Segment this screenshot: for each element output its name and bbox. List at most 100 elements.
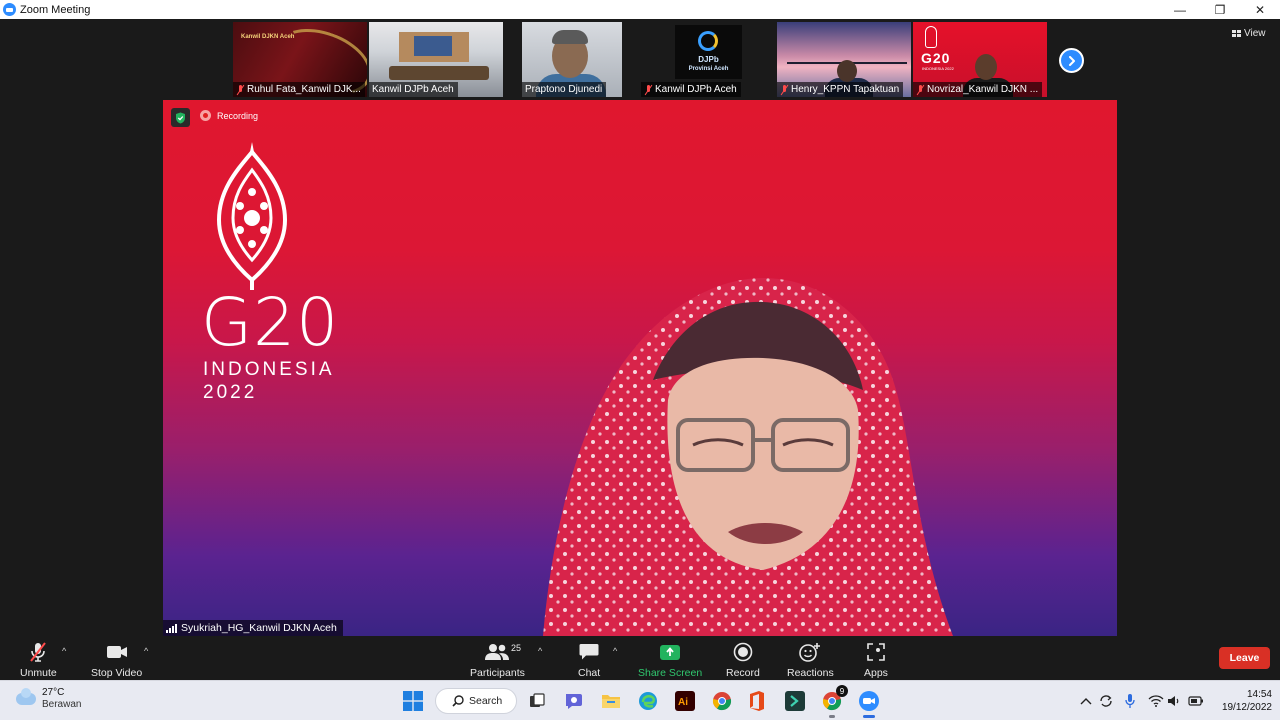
participants-icon xyxy=(485,640,510,664)
participant-name-tag: Novrizal_Kanwil DJKN ... xyxy=(913,82,1043,97)
participant-name: Novrizal_Kanwil DJKN ... xyxy=(927,84,1039,95)
signal-strength-icon xyxy=(166,623,177,633)
view-button[interactable]: View xyxy=(1228,25,1272,42)
wifi-icon[interactable] xyxy=(1148,693,1164,709)
meeting-controls-toolbar: Unmute ^ Stop Video ^ Participants 25 ^ … xyxy=(0,636,1280,680)
window-title: Zoom Meeting xyxy=(20,3,91,16)
participants-count: 25 xyxy=(511,643,522,653)
office-icon[interactable] xyxy=(745,689,769,713)
chevron-up-icon[interactable] xyxy=(1078,693,1094,709)
view-button-label: View xyxy=(1244,28,1266,39)
leave-button[interactable]: Leave xyxy=(1219,647,1270,669)
minimize-button[interactable]: — xyxy=(1160,0,1200,19)
weather-widget[interactable]: 27°C Berawan xyxy=(16,687,81,711)
edge-browser-icon[interactable] xyxy=(636,689,660,713)
notification-badge: 9 xyxy=(836,685,848,697)
clock-date: 19/12/2022 xyxy=(1221,702,1272,713)
security-shield-icon[interactable] xyxy=(171,108,190,127)
zoom-app-icon xyxy=(3,3,16,16)
apps-button[interactable]: Apps xyxy=(864,640,888,679)
windows-taskbar: 27°C Berawan Search Ai 9 14:54 19/12/202… xyxy=(0,680,1280,720)
system-clock[interactable]: 14:54 19/12/2022 xyxy=(1212,688,1272,714)
recording-dot-icon xyxy=(200,110,211,121)
g20-logo-subtext: INDONESIA 2022 xyxy=(922,66,954,71)
chat-button[interactable]: Chat xyxy=(578,640,600,679)
speaker-name: Syukriah_HG_Kanwil DJKN Aceh xyxy=(181,622,337,634)
participant-name-tag: Kanwil DJPb Aceh xyxy=(641,82,741,97)
share-screen-icon xyxy=(660,640,681,664)
chrome-browser-icon[interactable] xyxy=(710,689,734,713)
participant-name-tag: Kanwil DJPb Aceh xyxy=(369,82,458,97)
participant-thumbnail[interactable]: Kanwil DJKN Aceh Ruhul Fata_Kanwil DJK..… xyxy=(233,22,367,97)
video-options-chevron-icon[interactable]: ^ xyxy=(144,646,148,656)
terminal-app-icon[interactable] xyxy=(783,689,807,713)
window-controls: — ❐ ✕ xyxy=(1160,0,1280,19)
stop-video-label: Stop Video xyxy=(91,667,143,679)
chevron-right-icon xyxy=(1068,55,1075,66)
illustrator-icon[interactable]: Ai xyxy=(673,689,697,713)
participant-name: Kanwil DJPb Aceh xyxy=(655,84,737,95)
participant-name: Praptono Djunedi xyxy=(525,84,603,95)
chat-label: Chat xyxy=(578,667,601,679)
participant-thumbnail[interactable]: Henry_KPPN Tapaktuan xyxy=(777,22,911,97)
zoom-taskbar-icon[interactable] xyxy=(857,689,881,718)
task-view-icon[interactable] xyxy=(525,689,549,713)
stop-video-button[interactable]: Stop Video xyxy=(91,640,142,679)
zoom-window: Zoom Meeting — ❐ ✕ Kanwil DJKN Aceh Ruhu… xyxy=(0,0,1280,720)
chat-options-chevron-icon[interactable]: ^ xyxy=(613,646,617,656)
restore-button[interactable]: ❐ xyxy=(1200,0,1240,19)
djpb-logo-text: DJPb xyxy=(698,55,719,64)
teams-chat-icon[interactable] xyxy=(562,689,586,713)
next-page-button[interactable] xyxy=(1059,48,1084,73)
participant-name: Henry_KPPN Tapaktuan xyxy=(791,84,900,95)
unmute-button[interactable]: Unmute xyxy=(20,640,57,679)
svg-text:Ai: Ai xyxy=(678,697,688,708)
sync-icon[interactable] xyxy=(1098,693,1114,709)
participant-name: Ruhul Fata_Kanwil DJK... xyxy=(247,84,361,95)
recording-label: Recording xyxy=(217,110,259,121)
speaker-name-tag: Syukriah_HG_Kanwil DJKN Aceh xyxy=(163,620,343,636)
cloud-icon xyxy=(16,688,36,705)
g20-country-text: INDONESIA xyxy=(203,359,335,380)
apps-label: Apps xyxy=(864,667,888,679)
mic-muted-icon xyxy=(236,84,245,95)
apps-icon xyxy=(867,640,885,664)
taskbar-search[interactable]: Search xyxy=(435,688,517,714)
active-window-indicator xyxy=(863,715,875,718)
djpb-logo: DJPb Provinsi Aceh xyxy=(675,25,742,79)
record-button[interactable]: Record xyxy=(726,640,760,679)
file-explorer-icon[interactable] xyxy=(599,689,623,713)
mic-muted-icon xyxy=(28,640,48,664)
close-button[interactable]: ✕ xyxy=(1240,0,1280,19)
meeting-area: Kanwil DJKN Aceh Ruhul Fata_Kanwil DJK..… xyxy=(0,19,1280,636)
volume-icon[interactable] xyxy=(1166,693,1182,709)
participant-thumbnail[interactable]: Kanwil DJPb Aceh xyxy=(369,22,503,97)
g20-logo-text: G20 xyxy=(921,50,951,66)
chrome-profile-icon[interactable]: 9 xyxy=(820,685,848,718)
audio-options-chevron-icon[interactable]: ^ xyxy=(62,646,66,656)
participant-name-tag: Ruhul Fata_Kanwil DJK... xyxy=(233,82,365,97)
weather-temperature: 27°C xyxy=(42,687,65,698)
search-label: Search xyxy=(469,695,503,707)
participants-options-chevron-icon[interactable]: ^ xyxy=(538,646,542,656)
active-speaker-video[interactable]: Recording G20 INDONESIA 2022 Syukriah_HG… xyxy=(163,100,1117,636)
recording-indicator[interactable]: Recording xyxy=(200,110,258,121)
share-screen-button[interactable]: Share Screen xyxy=(638,640,702,679)
battery-icon[interactable] xyxy=(1188,693,1204,709)
running-indicator xyxy=(829,715,835,718)
g20-ornament-icon xyxy=(925,26,937,48)
person-face xyxy=(837,60,857,82)
person-hair xyxy=(552,30,588,44)
windows-start-icon[interactable] xyxy=(401,689,425,713)
reactions-label: Reactions xyxy=(787,667,834,679)
weather-condition: Berawan xyxy=(42,699,82,710)
participant-thumbnail[interactable]: Praptono Djunedi xyxy=(522,22,622,97)
chat-icon xyxy=(579,640,599,664)
reactions-button[interactable]: Reactions xyxy=(787,640,834,679)
participant-thumbnail[interactable]: G20 INDONESIA 2022 Novrizal_Kanwil DJKN … xyxy=(913,22,1047,97)
g20-year-text: 2022 xyxy=(203,382,258,403)
microphone-icon[interactable] xyxy=(1122,693,1138,709)
participant-thumbnail[interactable]: DJPb Provinsi Aceh Kanwil DJPb Aceh xyxy=(641,22,775,97)
emoji-plus-icon xyxy=(799,640,821,664)
mic-muted-icon xyxy=(916,84,925,95)
